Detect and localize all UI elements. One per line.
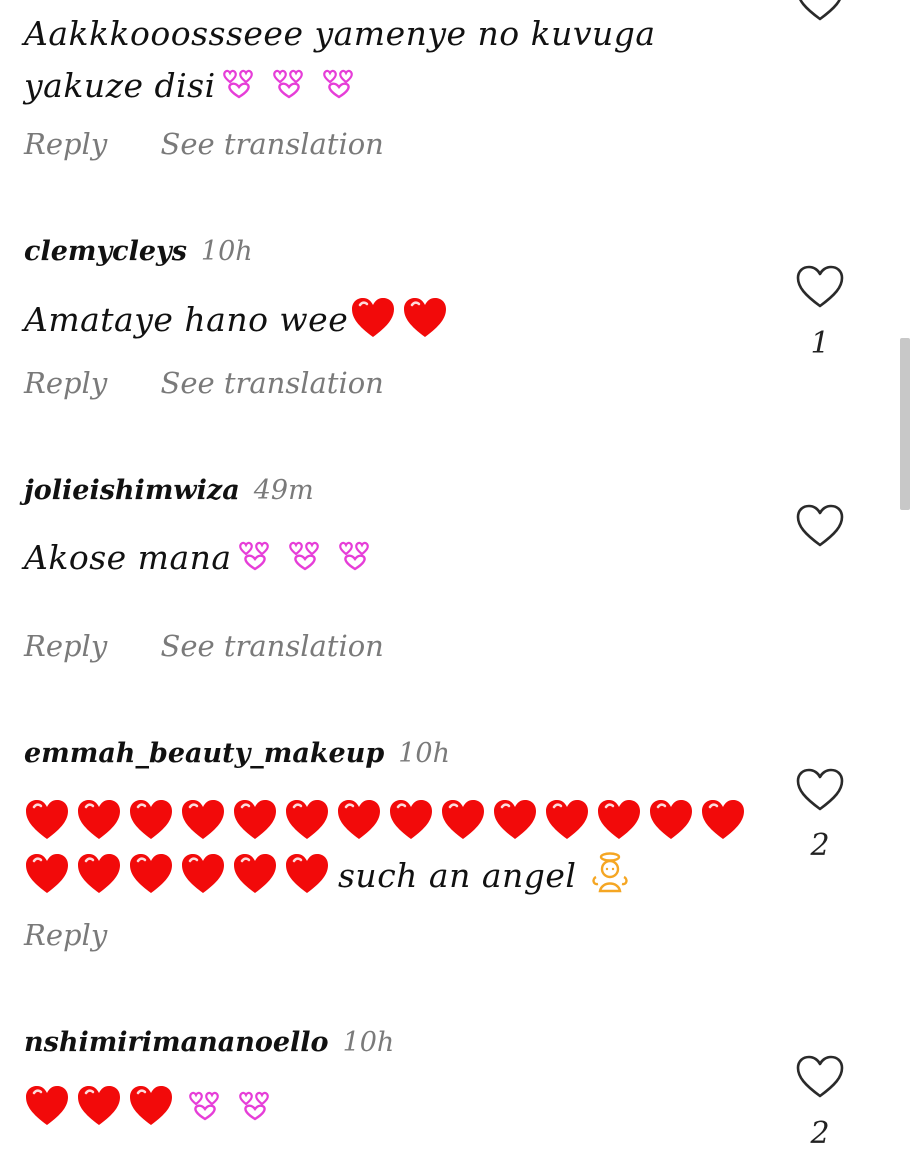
comment-actions: Reply See translation (24, 127, 384, 161)
comment-text (24, 1082, 774, 1134)
heart-outline-icon (795, 504, 845, 548)
red-heart-icon (128, 1085, 174, 1127)
red-heart-icon (350, 297, 396, 339)
comment-header: emmah_beauty_makeup 10h (24, 738, 450, 769)
heart-outline-icon (795, 768, 845, 812)
comment-actions: Reply See translation (24, 629, 384, 663)
comment-text: Akose mana (24, 532, 774, 584)
see-translation-button[interactable]: See translation (160, 366, 383, 400)
comment-header: clemycleys 10h (24, 236, 253, 267)
comment-text-line: yakuze disi (24, 66, 216, 105)
comment-time: 10h (398, 738, 450, 769)
red-heart-icon (284, 853, 330, 895)
comment-actions: Reply (24, 918, 107, 952)
reply-button[interactable]: Reply (24, 629, 107, 663)
comment-text: Aakkkooossseee yamenye no kuvuga yakuze … (24, 8, 774, 112)
comment-text: Amataye hano wee (24, 294, 774, 346)
emoji-row (24, 849, 336, 903)
comment-username[interactable]: clemycleys (24, 236, 187, 267)
comment-username[interactable]: nshimirimananoello (24, 1027, 329, 1058)
like-button[interactable] (795, 1055, 845, 1099)
heart-outline-icon (795, 0, 845, 22)
like-button[interactable] (795, 265, 845, 309)
red-heart-icon (24, 799, 70, 841)
reply-button[interactable]: Reply (24, 127, 107, 161)
comment-actions: Reply See translation (24, 366, 384, 400)
comment-text-body: Amataye hano wee (24, 300, 349, 339)
revolving-hearts-icon (322, 69, 356, 99)
comment-time: 10h (342, 1027, 395, 1058)
comment-text-line: Aakkkooossseee yamenye no kuvuga (24, 14, 656, 53)
revolving-hearts-icon (272, 69, 306, 99)
revolving-hearts-icon (238, 541, 272, 571)
red-heart-icon (544, 799, 590, 841)
like-count: 2 (810, 828, 830, 863)
comment-header: jolieishimwiza 49m (24, 475, 314, 506)
red-heart-icon (336, 799, 382, 841)
scrollbar-thumb[interactable] (900, 338, 910, 510)
red-heart-icon (24, 853, 70, 895)
red-heart-icon (76, 799, 122, 841)
red-heart-icon (76, 1085, 122, 1127)
heart-outline-icon (795, 1055, 845, 1099)
comment-header: nshimirimananoello 10h (24, 1027, 394, 1058)
revolving-hearts-icon (238, 1091, 272, 1121)
red-heart-icon (648, 799, 694, 841)
comment-username[interactable]: jolieishimwiza (24, 475, 240, 506)
comment-username[interactable]: emmah_beauty_makeup (24, 738, 384, 769)
baby-angel-icon (590, 851, 630, 895)
revolving-hearts-icon (338, 541, 372, 571)
like-count: 1 (810, 326, 830, 361)
comment-time: 49m (253, 475, 314, 506)
heart-outline-icon (795, 265, 845, 309)
red-heart-icon (440, 799, 486, 841)
red-heart-icon (284, 799, 330, 841)
see-translation-button[interactable]: See translation (160, 629, 383, 663)
like-button[interactable] (795, 768, 845, 812)
emoji-row (24, 795, 752, 849)
emoji-row (216, 60, 356, 112)
red-heart-icon (596, 799, 642, 841)
reply-button[interactable]: Reply (24, 918, 107, 952)
revolving-hearts-icon (188, 1091, 222, 1121)
comment-text-body: such an angel (338, 856, 577, 895)
red-heart-icon (180, 799, 226, 841)
comment-time: 10h (200, 236, 253, 267)
comment-text-body: Akose mana (24, 538, 232, 577)
red-heart-icon (402, 297, 448, 339)
like-count: 2 (810, 1116, 830, 1151)
see-translation-button[interactable]: See translation (160, 127, 383, 161)
red-heart-icon (232, 853, 278, 895)
red-heart-icon (388, 799, 434, 841)
red-heart-icon (128, 853, 174, 895)
red-heart-icon (128, 799, 174, 841)
red-heart-icon (232, 799, 278, 841)
red-heart-icon (492, 799, 538, 841)
like-button[interactable] (795, 504, 845, 548)
red-heart-icon (24, 1085, 70, 1127)
comment-text: such an angel (24, 795, 774, 903)
reply-button[interactable]: Reply (24, 366, 107, 400)
red-heart-icon (700, 799, 746, 841)
red-heart-icon (76, 853, 122, 895)
red-heart-icon (180, 853, 226, 895)
like-button[interactable] (795, 0, 845, 22)
revolving-hearts-icon (222, 69, 256, 99)
revolving-hearts-icon (288, 541, 322, 571)
